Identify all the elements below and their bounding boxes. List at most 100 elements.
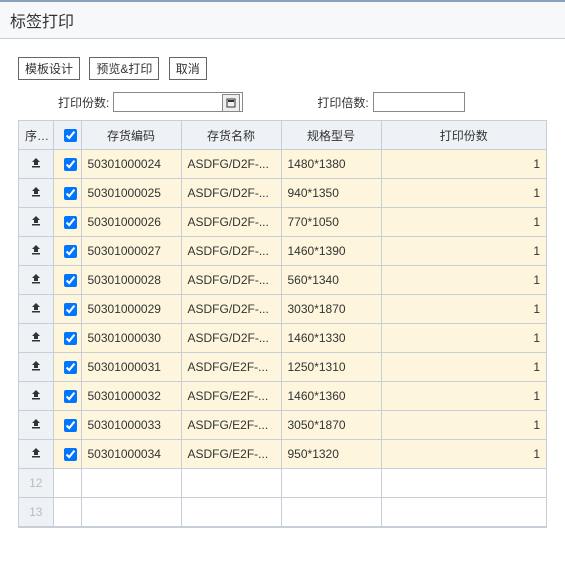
row-checkbox[interactable] <box>64 361 77 374</box>
row-index-cell[interactable] <box>19 440 53 469</box>
row-action-icon[interactable] <box>29 243 43 257</box>
row-action-icon[interactable] <box>29 388 43 402</box>
row-index-cell[interactable] <box>19 353 53 382</box>
row-name-cell: ASDFG/D2F-... <box>181 179 281 208</box>
table-row[interactable]: 50301000034ASDFG/E2F-...950*13201 <box>19 440 547 469</box>
row-action-icon[interactable] <box>29 359 43 373</box>
table-empty-row: 13 <box>19 498 547 527</box>
row-action-icon[interactable] <box>29 156 43 170</box>
row-action-icon[interactable] <box>29 272 43 286</box>
row-checkbox[interactable] <box>64 419 77 432</box>
row-index-cell[interactable] <box>19 324 53 353</box>
col-header-spec[interactable]: 规格型号 <box>281 121 381 150</box>
row-checkbox[interactable] <box>64 187 77 200</box>
row-check-cell[interactable] <box>53 150 81 179</box>
row-action-icon[interactable] <box>29 330 43 344</box>
table-row[interactable]: 50301000025ASDFG/D2F-...940*13501 <box>19 179 547 208</box>
row-qty-cell[interactable]: 1 <box>381 411 547 440</box>
row-checkbox[interactable] <box>64 390 77 403</box>
select-all-checkbox[interactable] <box>64 129 77 142</box>
table-row[interactable]: 50301000033ASDFG/E2F-...3050*18701 <box>19 411 547 440</box>
row-spec-cell: 1460*1360 <box>281 382 381 411</box>
row-check-cell[interactable] <box>53 266 81 295</box>
table-row[interactable]: 50301000027ASDFG/D2F-...1460*13901 <box>19 237 547 266</box>
row-action-icon[interactable] <box>29 214 43 228</box>
print-table: 序号 存货编码 存货名称 规格型号 打印份数 50301000024ASDFG/… <box>19 121 547 527</box>
col-header-name[interactable]: 存货名称 <box>181 121 281 150</box>
row-code-cell: 50301000024 <box>81 150 181 179</box>
row-qty-cell[interactable]: 1 <box>381 440 547 469</box>
row-check-cell[interactable] <box>53 208 81 237</box>
row-index-cell[interactable] <box>19 237 53 266</box>
row-name-cell: ASDFG/E2F-... <box>181 382 281 411</box>
table-header-row: 序号 存货编码 存货名称 规格型号 打印份数 <box>19 121 547 150</box>
copies-picker-icon[interactable] <box>222 94 240 112</box>
row-code-cell: 50301000029 <box>81 295 181 324</box>
row-qty-cell[interactable]: 1 <box>381 353 547 382</box>
row-name-cell: ASDFG/E2F-... <box>181 440 281 469</box>
copies-input[interactable] <box>113 92 243 112</box>
row-index-cell[interactable] <box>19 150 53 179</box>
row-check-cell[interactable] <box>53 237 81 266</box>
col-header-check[interactable] <box>53 121 81 150</box>
row-checkbox[interactable] <box>64 245 77 258</box>
table-row[interactable]: 50301000026ASDFG/D2F-...770*10501 <box>19 208 547 237</box>
row-index-number: 12 <box>19 469 53 498</box>
row-index-cell[interactable] <box>19 382 53 411</box>
row-check-cell[interactable] <box>53 179 81 208</box>
row-checkbox[interactable] <box>64 216 77 229</box>
row-name-cell: ASDFG/D2F-... <box>181 266 281 295</box>
col-header-code[interactable]: 存货编码 <box>81 121 181 150</box>
row-checkbox[interactable] <box>64 332 77 345</box>
row-check-cell[interactable] <box>53 440 81 469</box>
row-index-cell[interactable] <box>19 266 53 295</box>
row-qty-cell[interactable]: 1 <box>381 237 547 266</box>
row-qty-cell[interactable]: 1 <box>381 324 547 353</box>
row-qty-cell[interactable]: 1 <box>381 382 547 411</box>
row-spec-cell: 1460*1330 <box>281 324 381 353</box>
row-spec-cell: 770*1050 <box>281 208 381 237</box>
row-spec-cell: 950*1320 <box>281 440 381 469</box>
row-action-icon[interactable] <box>29 446 43 460</box>
row-qty-cell[interactable]: 1 <box>381 295 547 324</box>
row-checkbox[interactable] <box>64 448 77 461</box>
row-name-cell: ASDFG/D2F-... <box>181 237 281 266</box>
row-action-icon[interactable] <box>29 301 43 315</box>
preview-print-button[interactable]: 预览&打印 <box>89 57 159 80</box>
row-spec-cell: 560*1340 <box>281 266 381 295</box>
row-index-cell[interactable] <box>19 411 53 440</box>
row-code-cell: 50301000026 <box>81 208 181 237</box>
row-checkbox[interactable] <box>64 303 77 316</box>
row-qty-cell[interactable]: 1 <box>381 179 547 208</box>
table-row[interactable]: 50301000028ASDFG/D2F-...560*13401 <box>19 266 547 295</box>
table-row[interactable]: 50301000024ASDFG/D2F-...1480*13801 <box>19 150 547 179</box>
row-checkbox[interactable] <box>64 158 77 171</box>
table-row[interactable]: 50301000031ASDFG/E2F-...1250*13101 <box>19 353 547 382</box>
row-qty-cell[interactable]: 1 <box>381 150 547 179</box>
row-qty-cell[interactable]: 1 <box>381 208 547 237</box>
row-qty-cell[interactable]: 1 <box>381 266 547 295</box>
table-row[interactable]: 50301000032ASDFG/E2F-...1460*13601 <box>19 382 547 411</box>
row-check-cell[interactable] <box>53 295 81 324</box>
row-index-number: 13 <box>19 498 53 527</box>
row-action-icon[interactable] <box>29 185 43 199</box>
row-check-cell[interactable] <box>53 324 81 353</box>
row-action-icon[interactable] <box>29 417 43 431</box>
row-check-cell[interactable] <box>53 382 81 411</box>
row-name-cell: ASDFG/E2F-... <box>181 411 281 440</box>
col-header-index[interactable]: 序号 <box>19 121 53 150</box>
row-code-cell: 50301000033 <box>81 411 181 440</box>
table-row[interactable]: 50301000029ASDFG/D2F-...3030*18701 <box>19 295 547 324</box>
row-name-cell: ASDFG/D2F-... <box>181 208 281 237</box>
row-index-cell[interactable] <box>19 295 53 324</box>
col-header-qty[interactable]: 打印份数 <box>381 121 547 150</box>
row-check-cell[interactable] <box>53 353 81 382</box>
row-checkbox[interactable] <box>64 274 77 287</box>
cancel-button[interactable]: 取消 <box>169 57 207 80</box>
row-index-cell[interactable] <box>19 208 53 237</box>
multiplier-input[interactable] <box>373 92 465 112</box>
row-check-cell[interactable] <box>53 411 81 440</box>
table-row[interactable]: 50301000030ASDFG/D2F-...1460*13301 <box>19 324 547 353</box>
template-design-button[interactable]: 模板设计 <box>18 57 80 80</box>
row-index-cell[interactable] <box>19 179 53 208</box>
